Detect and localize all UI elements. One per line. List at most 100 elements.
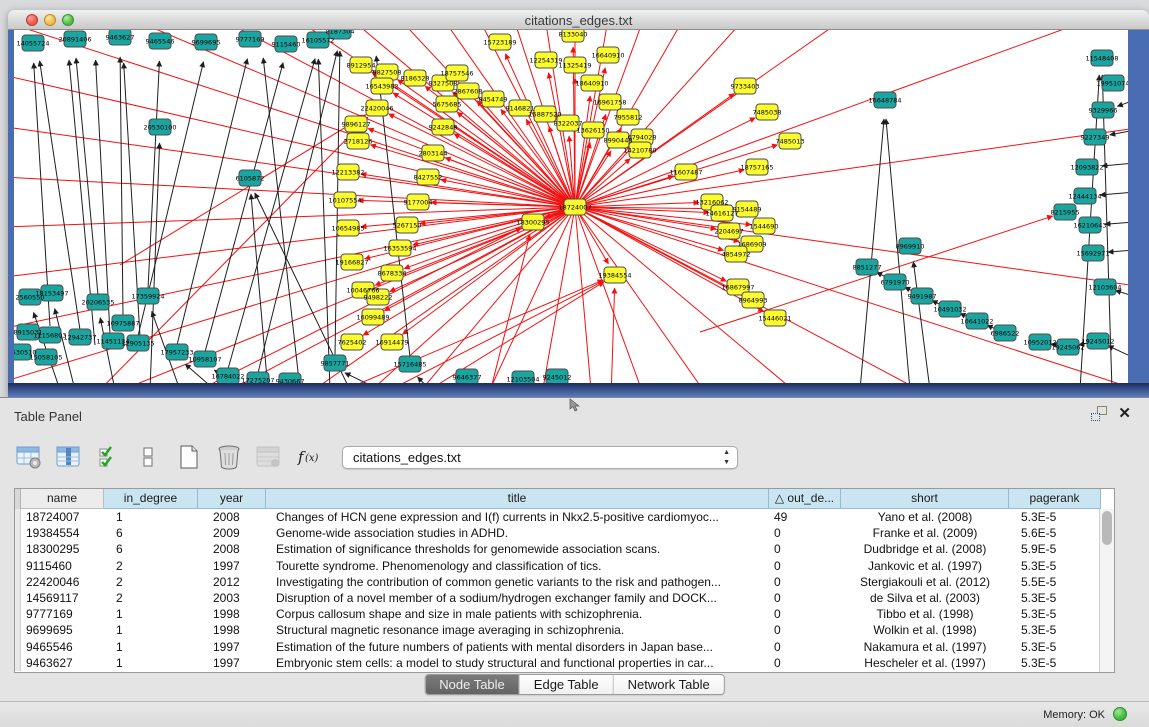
node-table: namein_degreeyeartitle△ out_de...shortpa… <box>14 488 1115 673</box>
svg-text:9327508: 9327508 <box>429 80 458 88</box>
svg-text:19245012: 19245012 <box>1081 338 1114 346</box>
cell-pagerank: 5.3E-5 <box>1009 655 1101 671</box>
table-row[interactable]: 1456911722003Disruption of a novel membe… <box>15 590 1101 606</box>
svg-text:8678334: 8678334 <box>378 270 407 278</box>
svg-text:10107554: 10107554 <box>328 197 361 205</box>
cell-year: 1998 <box>198 606 266 622</box>
cell-title: Tourette syndrome. Phenomenology and cla… <box>266 558 769 574</box>
cell-short: Hescheler et al. (1997) <box>841 655 1009 671</box>
svg-text:9242848: 9242848 <box>429 124 458 132</box>
cell-out_degree: 0 <box>769 525 841 541</box>
table-row[interactable]: 946554611997Estimation of the future num… <box>15 639 1101 655</box>
cell-short: Wolkin et al. (1998) <box>841 622 1009 638</box>
column-header-title[interactable]: title <box>266 489 769 509</box>
svg-text:16543982: 16543982 <box>365 83 398 91</box>
svg-text:16105572: 16105572 <box>301 37 334 45</box>
cell-name: 19384554 <box>21 525 104 541</box>
svg-text:15446021: 15446021 <box>758 315 791 323</box>
svg-text:14055724: 14055724 <box>16 40 49 48</box>
table-body: 1872400712008Changes of HCN gene express… <box>15 509 1101 672</box>
table-toolbar: f(x) citations_edges.txt ▲▼ <box>14 440 738 474</box>
cell-out_degree: 0 <box>769 574 841 590</box>
function-builder-icon[interactable]: f(x) <box>294 443 324 471</box>
cell-pagerank: 5.5E-5 <box>1009 574 1101 590</box>
svg-text:1544690: 1544690 <box>750 223 779 231</box>
tab-edge-table[interactable]: Edge Table <box>520 675 614 694</box>
svg-text:20206535: 20206535 <box>81 299 114 307</box>
cell-out_degree: 0 <box>769 541 841 557</box>
svg-text:9329966: 9329966 <box>1089 107 1118 115</box>
svg-text:9896127: 9896127 <box>342 121 371 129</box>
column-header-short[interactable]: short <box>841 489 1009 509</box>
column-header-name[interactable]: name <box>21 489 104 509</box>
scrollbar-thumb[interactable] <box>1102 511 1112 545</box>
network-canvas[interactable]: 1872400789129549827508165439828186328932… <box>14 30 1128 383</box>
table-scrollbar[interactable] <box>1099 509 1114 672</box>
svg-text:17359924: 17359924 <box>131 293 164 301</box>
float-panel-icon[interactable] <box>1091 406 1107 421</box>
column-header-in_degree[interactable]: in_degree <box>104 489 198 509</box>
delete-table-icon[interactable] <box>254 443 284 471</box>
cell-pagerank: 5.3E-5 <box>1009 622 1101 638</box>
tab-network-table[interactable]: Network Table <box>614 675 724 694</box>
table-row[interactable]: 969969511998Structural magnetic resonanc… <box>15 622 1101 638</box>
window-title-bar[interactable]: citations_edges.txt <box>8 10 1149 30</box>
svg-text:8187304: 8187304 <box>326 30 355 36</box>
cell-in_degree: 6 <box>104 525 198 541</box>
close-panel-icon[interactable]: ✕ <box>1118 406 1131 421</box>
svg-text:14210780: 14210780 <box>623 147 656 155</box>
cell-out_degree: 0 <box>769 622 841 638</box>
delete-column-icon[interactable] <box>214 443 244 471</box>
table-row[interactable]: 911546021997Tourette syndrome. Phenomeno… <box>15 558 1101 574</box>
table-row[interactable]: 946362711997Embryonic stem cells: a mode… <box>15 655 1101 671</box>
table-row[interactable]: 1938455462009Genome-wide association stu… <box>15 525 1101 541</box>
cell-year: 1998 <box>198 622 266 638</box>
svg-text:15058105: 15058105 <box>29 354 62 362</box>
table-row[interactable]: 977716911998Corpus callosum shape and si… <box>15 606 1101 622</box>
table-header-row: namein_degreeyeartitle△ out_de...shortpa… <box>15 489 1114 509</box>
svg-text:9245012: 9245012 <box>543 374 572 382</box>
column-header-pagerank[interactable]: pagerank <box>1009 489 1101 509</box>
svg-text:5267150: 5267150 <box>393 222 422 230</box>
cell-title: Disruption of a novel member of a sodium… <box>266 590 769 606</box>
svg-text:7955812: 7955812 <box>614 114 643 122</box>
cell-name: 22420046 <box>21 574 104 590</box>
unselect-all-icon[interactable] <box>134 443 164 471</box>
cell-title: Genome-wide association studies in ADHD. <box>266 525 769 541</box>
cell-in_degree: 6 <box>104 541 198 557</box>
dropdown-arrows-icon: ▲▼ <box>723 448 730 468</box>
new-column-icon[interactable] <box>174 443 204 471</box>
network-window: citations_edges.txt 18724007891295498275… <box>8 10 1149 397</box>
cell-short: Franke et al. (2009) <box>841 525 1009 541</box>
cell-year: 1997 <box>198 655 266 671</box>
cell-title: Changes of HCN gene expression and I(f) … <box>266 509 769 525</box>
select-all-icon[interactable] <box>94 443 124 471</box>
cell-in_degree: 1 <box>104 622 198 638</box>
svg-text:7625402: 7625402 <box>338 339 367 347</box>
table-mode-icon[interactable] <box>14 443 44 471</box>
show-columns-icon[interactable] <box>54 443 84 471</box>
svg-text:18757546: 18757546 <box>440 70 473 78</box>
cell-year: 1997 <box>198 558 266 574</box>
tab-node-table[interactable]: Node Table <box>425 675 520 694</box>
table-row[interactable]: 1872400712008Changes of HCN gene express… <box>15 509 1101 525</box>
cell-out_degree: 0 <box>769 655 841 671</box>
table-select-dropdown[interactable]: citations_edges.txt ▲▼ <box>342 446 738 469</box>
cell-name: 18724007 <box>21 509 104 525</box>
svg-text:16961758: 16961758 <box>593 99 626 107</box>
table-row[interactable]: 2242004622012Investigating the contribut… <box>15 574 1101 590</box>
window-title: citations_edges.txt <box>8 13 1149 28</box>
column-header-year[interactable]: year <box>198 489 266 509</box>
table-row[interactable]: 1830029562008Estimation of significance … <box>15 541 1101 557</box>
cell-name: 9465546 <box>21 639 104 655</box>
cell-pagerank: 5.3E-5 <box>1009 639 1101 655</box>
cell-short: Dudbridge et al. (2008) <box>841 541 1009 557</box>
svg-text:22420046: 22420046 <box>360 105 393 113</box>
column-header-out_degree[interactable]: △ out_de... <box>769 489 841 509</box>
svg-text:8215955: 8215955 <box>1051 209 1080 217</box>
svg-text:16210643: 16210643 <box>1073 222 1106 230</box>
svg-text:11548408: 11548408 <box>1085 55 1118 63</box>
svg-text:11325419: 11325419 <box>558 62 591 70</box>
svg-text:12444134: 12444134 <box>1068 193 1101 201</box>
svg-text:9463627: 9463627 <box>106 34 135 42</box>
